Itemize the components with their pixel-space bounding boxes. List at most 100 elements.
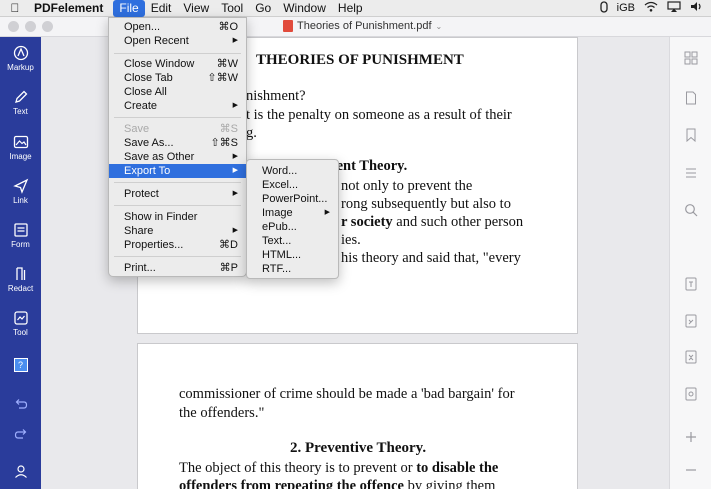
file-menu-dropdown: Open... ⌘O Open Recent ▶ Close Window ⌘W Cl… [108,17,247,277]
menu-item-close-all[interactable]: Close All [109,85,246,99]
help-button[interactable]: ? [0,358,41,372]
menu-separator [114,205,241,206]
sidebar-item-tool[interactable]: Tool [0,310,41,337]
pdf-page-2[interactable]: commissioner of crime should be made a '… [137,343,578,489]
menu-item-open[interactable]: Open... ⌘O [109,20,246,34]
menu-item-export-to[interactable]: Export To ▶ [109,164,246,178]
menu-item-open-recent[interactable]: Open Recent ▶ [109,34,246,48]
sidebar-item-markup[interactable]: Markup [0,45,41,72]
export-item-powerpoint[interactable]: PowerPoint... [247,192,338,206]
sidebar-item-label: Tool [13,328,28,337]
outline-icon[interactable] [684,166,698,180]
attachment-icon[interactable] [684,387,698,401]
text-line: commissioner of crime should be made a '… [179,386,515,402]
sidebar-item-label: Link [13,196,28,205]
account-button[interactable] [0,464,41,480]
menu-go[interactable]: Go [249,0,277,17]
menu-item-create[interactable]: Create ▶ [109,99,246,113]
clip-icon[interactable] [600,0,608,16]
export-item-rtf[interactable]: RTF... [247,262,338,276]
text-fragment: The object of this theory is to prevent … [179,460,417,476]
menu-file[interactable]: File [113,0,145,17]
menu-item-label: Share [124,225,154,237]
menu-item-properties[interactable]: Properties... ⌘D [109,238,246,252]
minimize-window-button[interactable] [25,21,36,32]
tool-icon [13,311,28,325]
zoom-out-icon[interactable] [684,463,698,477]
convert-icon[interactable] [684,314,698,328]
menu-item-label: Close Tab [124,72,173,84]
menu-item-save-as[interactable]: Save As... ⇧⌘S [109,136,246,150]
input-source-indicator[interactable]: iGB [617,2,635,14]
app-menu[interactable]: PDFelement [30,0,113,17]
menu-item-label: Save as Other [124,151,195,163]
menu-item-show-in-finder[interactable]: Show in Finder [109,210,246,224]
volume-icon[interactable] [690,1,703,15]
search-icon[interactable] [684,203,698,217]
menu-view[interactable]: View [177,0,215,17]
sidebar-item-image[interactable]: Image [0,134,41,161]
menu-separator [114,182,241,183]
sidebar-item-link[interactable]: Link [0,178,41,205]
compress-icon[interactable] [684,350,698,364]
menu-window[interactable]: Window [277,0,332,17]
apple-icon[interactable]:  [0,1,30,15]
sidebar-item-redact[interactable]: Redact [0,266,41,293]
text-line: g. [246,125,257,141]
link-icon [12,178,28,194]
menu-separator [114,53,241,54]
export-item-excel[interactable]: Excel... [247,178,338,192]
menu-item-print[interactable]: Print... ⌘P [109,261,246,275]
ocr-icon[interactable] [684,277,698,291]
menu-help[interactable]: Help [332,0,369,17]
help-icon: ? [13,358,28,372]
document-tab[interactable]: Theories of Punishment.pdf ⌄ [283,20,442,32]
window-controls [8,21,53,32]
zoom-in-icon[interactable] [684,430,698,444]
sidebar-item-text[interactable]: Text [0,89,41,116]
submenu-arrow-icon: ▶ [232,102,238,109]
menu-item-share[interactable]: Share ▶ [109,224,246,238]
sidebar-item-label: Redact [7,284,34,293]
menu-item-save[interactable]: Save ⌘S [109,122,246,136]
menu-edit[interactable]: Edit [145,0,178,17]
menu-separator [114,117,241,118]
submenu-arrow-icon: ▶ [232,190,238,197]
menu-item-save-as-other[interactable]: Save as Other ▶ [109,150,246,164]
bookmark-icon[interactable] [684,128,698,142]
zoom-window-button[interactable] [42,21,53,32]
markup-icon [13,45,28,61]
page-icon[interactable] [684,91,698,105]
export-item-html[interactable]: HTML... [247,248,338,262]
sidebar-item-label: Markup [7,63,34,72]
export-item-epub[interactable]: ePub... [247,220,338,234]
menu-item-close-window[interactable]: Close Window ⌘W [109,57,246,71]
export-item-image[interactable]: Image ▶ [247,206,338,220]
menu-tool[interactable]: Tool [215,0,249,17]
chevron-down-icon[interactable]: ⌄ [436,22,443,31]
section-heading: 2. Preventive Theory. [290,440,427,456]
submenu-arrow-icon: ▶ [232,37,238,44]
wifi-icon[interactable] [644,1,658,15]
text-line: nishment? [246,88,306,104]
bold-phrase: r society [341,214,393,230]
menu-item-label: Save [124,123,150,135]
export-item-word[interactable]: Word... [247,164,338,178]
menu-item-protect[interactable]: Protect ▶ [109,187,246,201]
app-window:  PDFelement File Edit View Tool Go Wind… [0,0,711,489]
menu-item-label: Export To [124,165,171,177]
sidebar-item-form[interactable]: Form [0,222,41,249]
undo-icon [15,399,27,409]
menu-item-close-tab[interactable]: Close Tab ⇧⌘W [109,71,246,85]
menu-item-label: Open Recent [124,35,189,47]
window-titlebar: Theories of Punishment.pdf ⌄ [0,17,711,37]
menu-item-label: Protect [124,188,159,200]
text-line: ies. [341,232,361,248]
shortcut-label: ⌘O [218,21,238,33]
redo-button[interactable] [0,428,41,442]
export-item-text[interactable]: Text... [247,234,338,248]
airplay-icon[interactable] [667,1,681,15]
thumbnails-icon[interactable] [684,51,698,65]
close-window-button[interactable] [8,21,19,32]
undo-button[interactable] [0,398,41,412]
